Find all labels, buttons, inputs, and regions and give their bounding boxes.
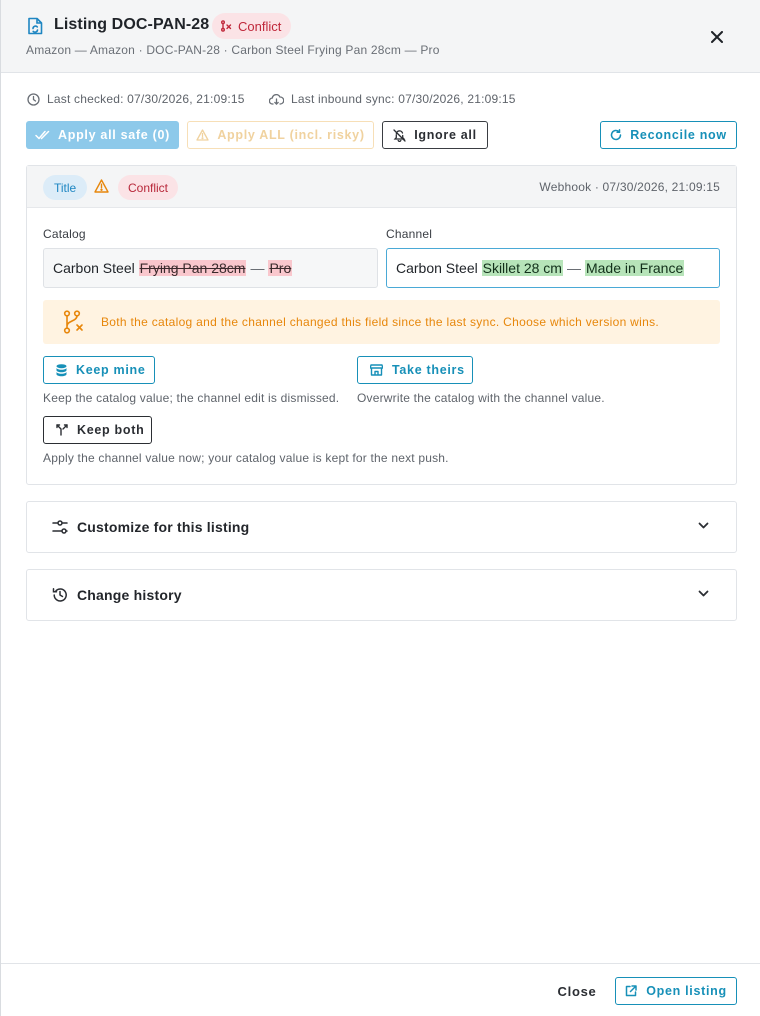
field-conflict-card: Title Conflict Webhook · 07/30/2026, 21:… [26, 165, 737, 485]
keep-mine-button[interactable]: Keep mine [43, 356, 155, 384]
take-theirs-description: Overwrite the catalog with the channel v… [357, 391, 605, 405]
warning-icon [94, 179, 109, 193]
apply-all-risky-button[interactable]: Apply ALL (incl. risky) [187, 121, 374, 149]
channel-common-text: Carbon Steel [396, 260, 478, 276]
last-checked-text: Last checked: 07/30/2026, 21:09:15 [47, 92, 245, 106]
take-theirs-label: Take theirs [392, 363, 465, 377]
last-inbound-sync: Last inbound sync: 07/30/2026, 21:09:15 [269, 92, 516, 106]
apply-all-safe-button[interactable]: Apply all safe (0) [26, 121, 179, 149]
catalog-removed-text: Frying Pan 28cm [138, 260, 247, 276]
catalog-separator: — [250, 260, 265, 276]
conflict-notice-text: Both the catalog and the channel changed… [101, 315, 660, 329]
channel-added-text: Skillet 28 cm [481, 260, 563, 276]
warning-icon [196, 129, 209, 141]
keep-both-description: Apply the channel value now; your catalo… [43, 451, 449, 465]
database-icon [56, 363, 67, 376]
document-sync-icon [28, 17, 43, 35]
field-card-header: Title Conflict Webhook · 07/30/2026, 21:… [27, 166, 736, 208]
page-title: Listing DOC-PAN-28 [54, 16, 210, 33]
last-inbound-text: Last inbound sync: 07/30/2026, 21:09:15 [291, 92, 516, 106]
catalog-common-text: Carbon Steel [53, 260, 135, 276]
customize-listing-label: Customize for this listing [77, 519, 250, 535]
listing-drawer: Listing DOC-PAN-28 Conflict Amazon — Ama… [0, 0, 760, 1016]
channel-value: Carbon Steel Skillet 28 cm — Made in Franc… [386, 248, 720, 288]
change-history-label: Change history [77, 587, 182, 603]
channel-added-text: Made in France [584, 260, 685, 276]
conflict-notice: Both the catalog and the channel changed… [43, 300, 720, 344]
status-badge: Conflict [212, 13, 292, 39]
catalog-value: Carbon Steel Frying Pan 28cm — Pro [43, 248, 378, 288]
customize-listing-section[interactable]: Customize for this listing [26, 501, 737, 553]
storefront-icon [370, 364, 383, 376]
open-listing-label: Open listing [646, 984, 727, 998]
close-drawer-button[interactable]: Close [547, 977, 607, 1005]
catalog-label: Catalog [43, 227, 86, 241]
bell-off-icon [393, 128, 406, 142]
history-icon [52, 588, 67, 602]
ignore-all-button[interactable]: Ignore all [382, 121, 488, 149]
merge-conflict-icon [221, 20, 232, 32]
branch-conflict-icon [63, 310, 83, 334]
field-name-pill: Title [43, 175, 88, 200]
open-listing-button[interactable]: Open listing [615, 977, 737, 1005]
double-check-icon [35, 130, 50, 140]
status-badge-label: Conflict [238, 18, 282, 34]
field-status-pill: Conflict [118, 175, 179, 200]
drawer-footer: Close Open listing [1, 963, 760, 1016]
apply-all-safe-label: Apply all safe (0) [58, 128, 170, 142]
catalog-removed-text: Pro [268, 260, 293, 276]
close-icon [711, 31, 723, 43]
breadcrumb: Amazon — Amazon · DOC-PAN-28 · Carbon St… [26, 43, 440, 57]
refresh-icon [610, 129, 622, 141]
chevron-down-icon [698, 590, 709, 597]
sliders-icon [52, 520, 68, 534]
drawer-header: Listing DOC-PAN-28 Conflict Amazon — Ama… [1, 0, 760, 73]
change-history-section[interactable]: Change history [26, 569, 737, 621]
keep-both-label: Keep both [77, 423, 145, 437]
keep-both-button[interactable]: Keep both [43, 416, 152, 444]
merge-icon [56, 424, 68, 436]
reconcile-now-label: Reconcile now [630, 128, 727, 142]
clock-icon [27, 92, 40, 106]
channel-label: Channel [386, 227, 433, 241]
cloud-download-icon [269, 93, 284, 105]
reconcile-now-button[interactable]: Reconcile now [600, 121, 737, 149]
ignore-all-label: Ignore all [414, 128, 477, 142]
last-checked: Last checked: 07/30/2026, 21:09:15 [27, 92, 245, 106]
external-link-icon [625, 985, 637, 997]
take-theirs-button[interactable]: Take theirs [357, 356, 473, 384]
channel-separator: — [566, 260, 581, 276]
chevron-down-icon [698, 522, 709, 529]
keep-mine-label: Keep mine [76, 363, 146, 377]
apply-all-risky-label: Apply ALL (incl. risky) [217, 128, 365, 142]
keep-mine-description: Keep the catalog value; the channel edit… [43, 391, 340, 405]
close-button[interactable] [707, 27, 727, 47]
field-source: Webhook · 07/30/2026, 21:09:15 [539, 180, 720, 194]
